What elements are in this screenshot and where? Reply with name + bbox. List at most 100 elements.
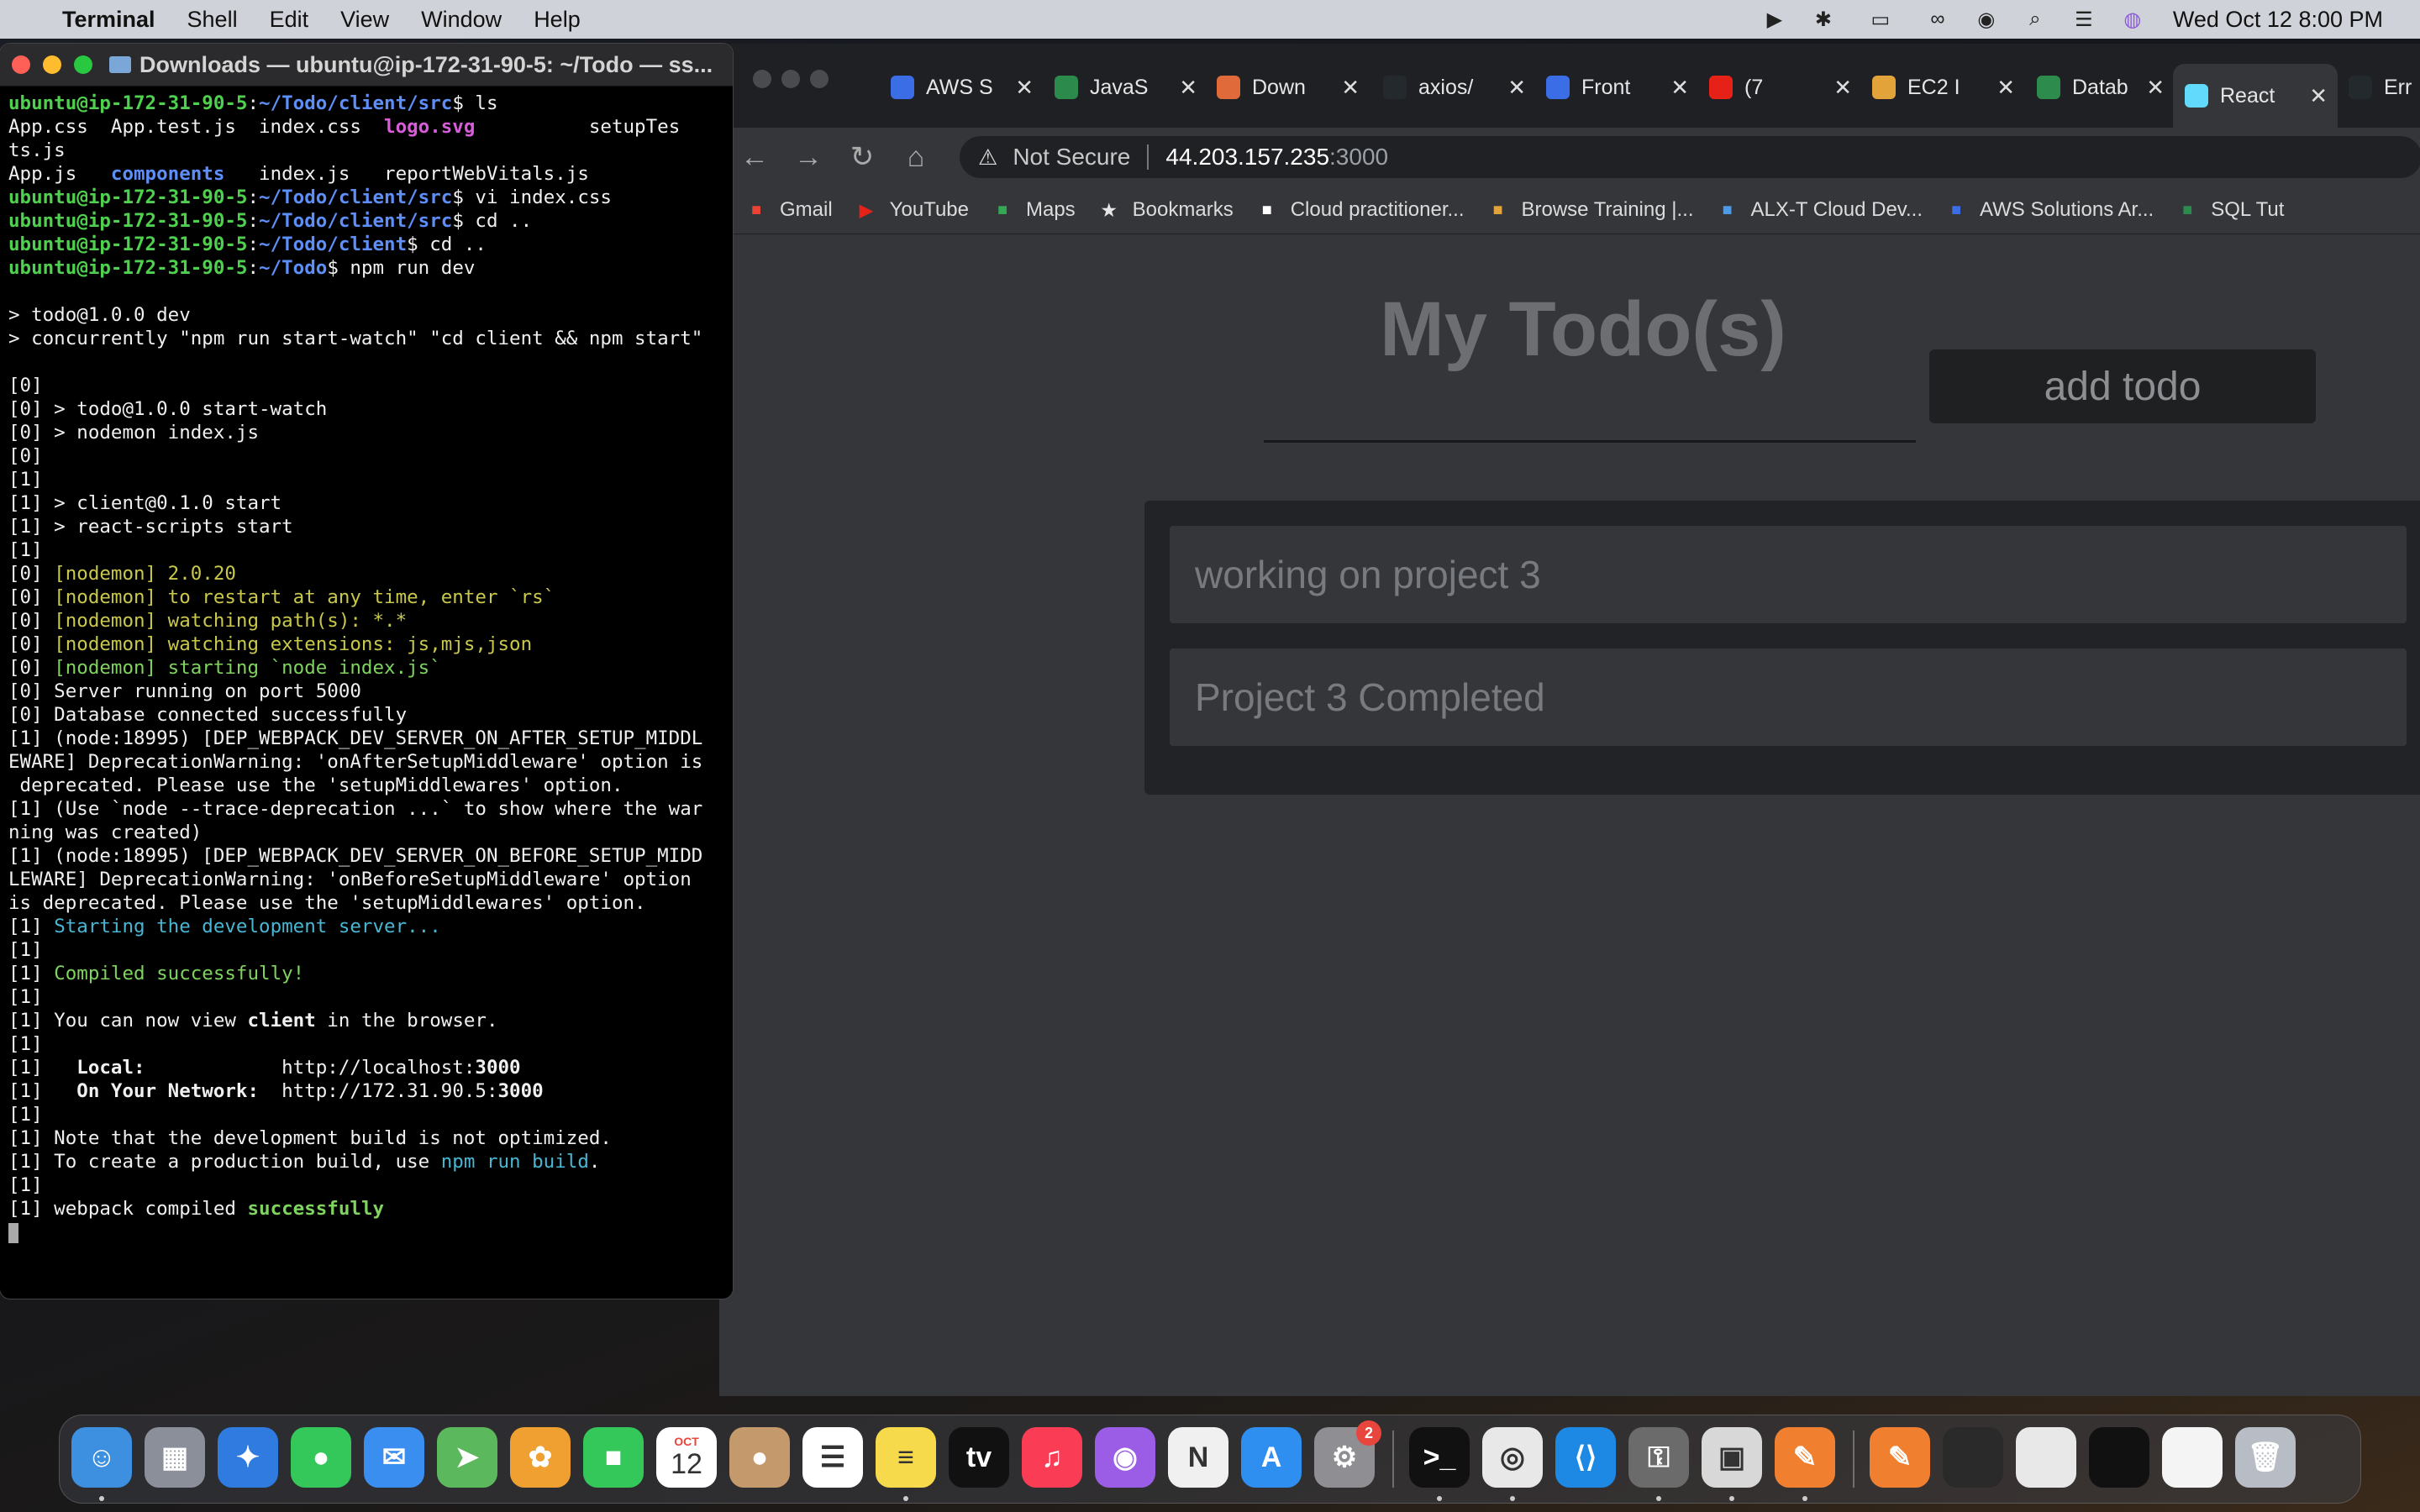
browser-tab[interactable]: JavaS ✕ <box>1043 64 1207 111</box>
safari-icon[interactable]: ✦ <box>218 1427 278 1488</box>
siri-icon[interactable]: ◍ <box>2121 8 2144 31</box>
pages-icon[interactable]: ✎ <box>1775 1427 1835 1488</box>
close-tab-icon[interactable]: ✕ <box>1179 75 1197 101</box>
url-host[interactable]: 44.203.157.235 <box>1165 144 1329 171</box>
terminal-line: [1] > react-scripts start <box>8 515 724 538</box>
add-todo-button[interactable]: add todo <box>1929 349 2316 423</box>
menu-clock[interactable]: Wed Oct 12 8:00 PM <box>2173 7 2383 33</box>
menu-app-name[interactable]: Terminal <box>62 7 155 33</box>
bookmark-item[interactable]: ■ Gmail <box>744 198 833 222</box>
window-thumb-1-icon[interactable] <box>1943 1427 2003 1488</box>
play-icon[interactable]: ▶ <box>1763 8 1786 31</box>
appstore-icon[interactable]: A <box>1241 1427 1302 1488</box>
launchpad-icon[interactable]: ▦ <box>145 1427 205 1488</box>
battery-icon[interactable]: ▭ <box>1860 8 1901 31</box>
close-tab-icon[interactable]: ✕ <box>2309 83 2328 109</box>
close-button[interactable] <box>12 55 30 74</box>
terminal-text: [1] To create a production build, use <box>8 1151 441 1173</box>
todo-item[interactable]: Project 3 Completed <box>1170 648 2407 746</box>
close-tab-icon[interactable]: ✕ <box>2146 75 2165 101</box>
home-icon[interactable]: ⌂ <box>889 141 943 174</box>
warning-icon[interactable]: ⚠ <box>978 144 997 171</box>
close-window-button[interactable] <box>753 70 771 88</box>
photos-icon[interactable]: ✿ <box>510 1427 571 1488</box>
browser-tab[interactable]: Datab ✕ <box>2025 64 2175 111</box>
forward-icon[interactable]: → <box>781 141 835 174</box>
browser-tab[interactable]: (7 ✕ <box>1697 64 1862 111</box>
window-thumb-3-icon[interactable] <box>2089 1427 2149 1488</box>
trash-icon[interactable]: 🗑 <box>2235 1427 2296 1488</box>
window-thumb-4-icon[interactable] <box>2162 1427 2223 1488</box>
browser-tab[interactable]: Front ✕ <box>1534 64 1699 111</box>
finder-icon[interactable]: ☺ <box>71 1427 132 1488</box>
appletv-icon[interactable]: tv <box>949 1427 1009 1488</box>
minimize-button[interactable] <box>43 55 61 74</box>
bookmark-item[interactable]: ■ Maps <box>991 198 1076 222</box>
bookmark-item[interactable]: ■ Cloud practitioner... <box>1255 198 1465 222</box>
todo-item[interactable]: working on project 3 <box>1170 526 2407 623</box>
user-icon[interactable]: ◉ <box>1975 8 1998 31</box>
messages-icon[interactable]: ● <box>291 1427 351 1488</box>
browser-tab[interactable]: React ✕ <box>2173 64 2338 128</box>
browser-tab[interactable]: axios/ ✕ <box>1371 64 1536 111</box>
browser-tab[interactable]: Err <box>2337 64 2420 111</box>
browser-tab[interactable]: EC2 I ✕ <box>1860 64 2025 111</box>
reload-icon[interactable]: ↻ <box>835 140 889 174</box>
reminders-icon[interactable]: ☰ <box>802 1427 863 1488</box>
bookmark-item[interactable]: ★ Bookmarks <box>1097 198 1234 222</box>
zoom-window-button[interactable] <box>810 70 829 88</box>
close-tab-icon[interactable]: ✕ <box>1507 75 1526 101</box>
close-tab-icon[interactable]: ✕ <box>1996 75 2015 101</box>
terminal-titlebar[interactable]: Downloads — ubuntu@ip-172-31-90-5: ~/Tod… <box>0 44 733 87</box>
terminal-window[interactable]: Downloads — ubuntu@ip-172-31-90-5: ~/Tod… <box>0 44 733 1299</box>
vscode-icon[interactable]: ⟨⟩ <box>1555 1427 1616 1488</box>
terminal-line: [0] [nodemon] 2.0.20 <box>8 562 724 585</box>
bookmark-item[interactable]: ■ AWS Solutions Ar... <box>1944 198 2154 222</box>
terminal-text: [1] <box>8 916 55 937</box>
mail-icon[interactable]: ✉ <box>364 1427 424 1488</box>
window-thumb-2-icon[interactable] <box>2016 1427 2076 1488</box>
zoom-button[interactable] <box>74 55 92 74</box>
close-tab-icon[interactable]: ✕ <box>1341 75 1360 101</box>
chrome-icon[interactable]: ◎ <box>1482 1427 1543 1488</box>
search-icon[interactable]: ⌕ <box>2023 8 2047 30</box>
back-icon[interactable]: ← <box>728 141 781 174</box>
menu-shell[interactable]: Shell <box>187 7 238 33</box>
keychain-icon[interactable]: ⚿ <box>1628 1427 1689 1488</box>
system-settings-icon[interactable]: ⚙ 2 <box>1314 1420 1381 1488</box>
bookmark-item[interactable]: ■ ALX-T Cloud Dev... <box>1715 198 1923 222</box>
notes-icon[interactable]: ≡ <box>876 1427 936 1488</box>
maps-icon[interactable]: ➤ <box>437 1427 497 1488</box>
contacts-icon[interactable]: ● <box>729 1427 790 1488</box>
menu-help[interactable]: Help <box>534 7 581 33</box>
preview-icon[interactable]: ▣ <box>1702 1427 1762 1488</box>
news-icon[interactable]: N <box>1168 1427 1228 1488</box>
close-tab-icon[interactable]: ✕ <box>1833 75 1852 101</box>
bookmark-item[interactable]: ■ Browse Training |... <box>1486 198 1693 222</box>
close-tab-icon[interactable]: ✕ <box>1670 75 1689 101</box>
browser-tab[interactable]: AWS S ✕ <box>879 64 1044 111</box>
calendar-icon[interactable]: OCT 12 <box>656 1427 717 1488</box>
bookmark-label: AWS Solutions Ar... <box>1980 198 2154 221</box>
terminal-output[interactable]: ubuntu@ip-172-31-90-5:~/Todo/client/src$… <box>0 87 733 1244</box>
music-icon[interactable]: ♫ <box>1022 1427 1082 1488</box>
facetime-icon[interactable]: ■ <box>583 1427 644 1488</box>
minimize-window-button[interactable] <box>781 70 800 88</box>
menu-window[interactable]: Window <box>421 7 502 33</box>
bookmark-item[interactable]: ■ SQL Tut <box>2175 198 2284 222</box>
terminal-icon[interactable]: >_ <box>1409 1427 1470 1488</box>
control-center-icon[interactable]: ☰ <box>2072 8 2096 31</box>
url-port[interactable]: :3000 <box>1329 144 1388 171</box>
close-tab-icon[interactable]: ✕ <box>1015 75 1034 101</box>
todo-input[interactable] <box>1264 395 1916 443</box>
menu-view[interactable]: View <box>340 7 389 33</box>
bookmark-item[interactable]: ▶ YouTube <box>855 198 969 222</box>
address-bar[interactable]: ⚠ Not Secure 44.203.157.235:3000 <box>960 136 2420 178</box>
pages-doc-icon[interactable]: ✎ <box>1870 1427 1930 1488</box>
podcasts-icon[interactable]: ◉ <box>1095 1427 1155 1488</box>
menu-edit[interactable]: Edit <box>270 7 309 33</box>
browser-tab[interactable]: Down ✕ <box>1205 64 1370 111</box>
bluetooth-icon[interactable]: ✱ <box>1812 8 1835 31</box>
not-secure-label[interactable]: Not Secure <box>1013 144 1130 171</box>
link-icon[interactable]: ∞ <box>1926 8 1949 30</box>
